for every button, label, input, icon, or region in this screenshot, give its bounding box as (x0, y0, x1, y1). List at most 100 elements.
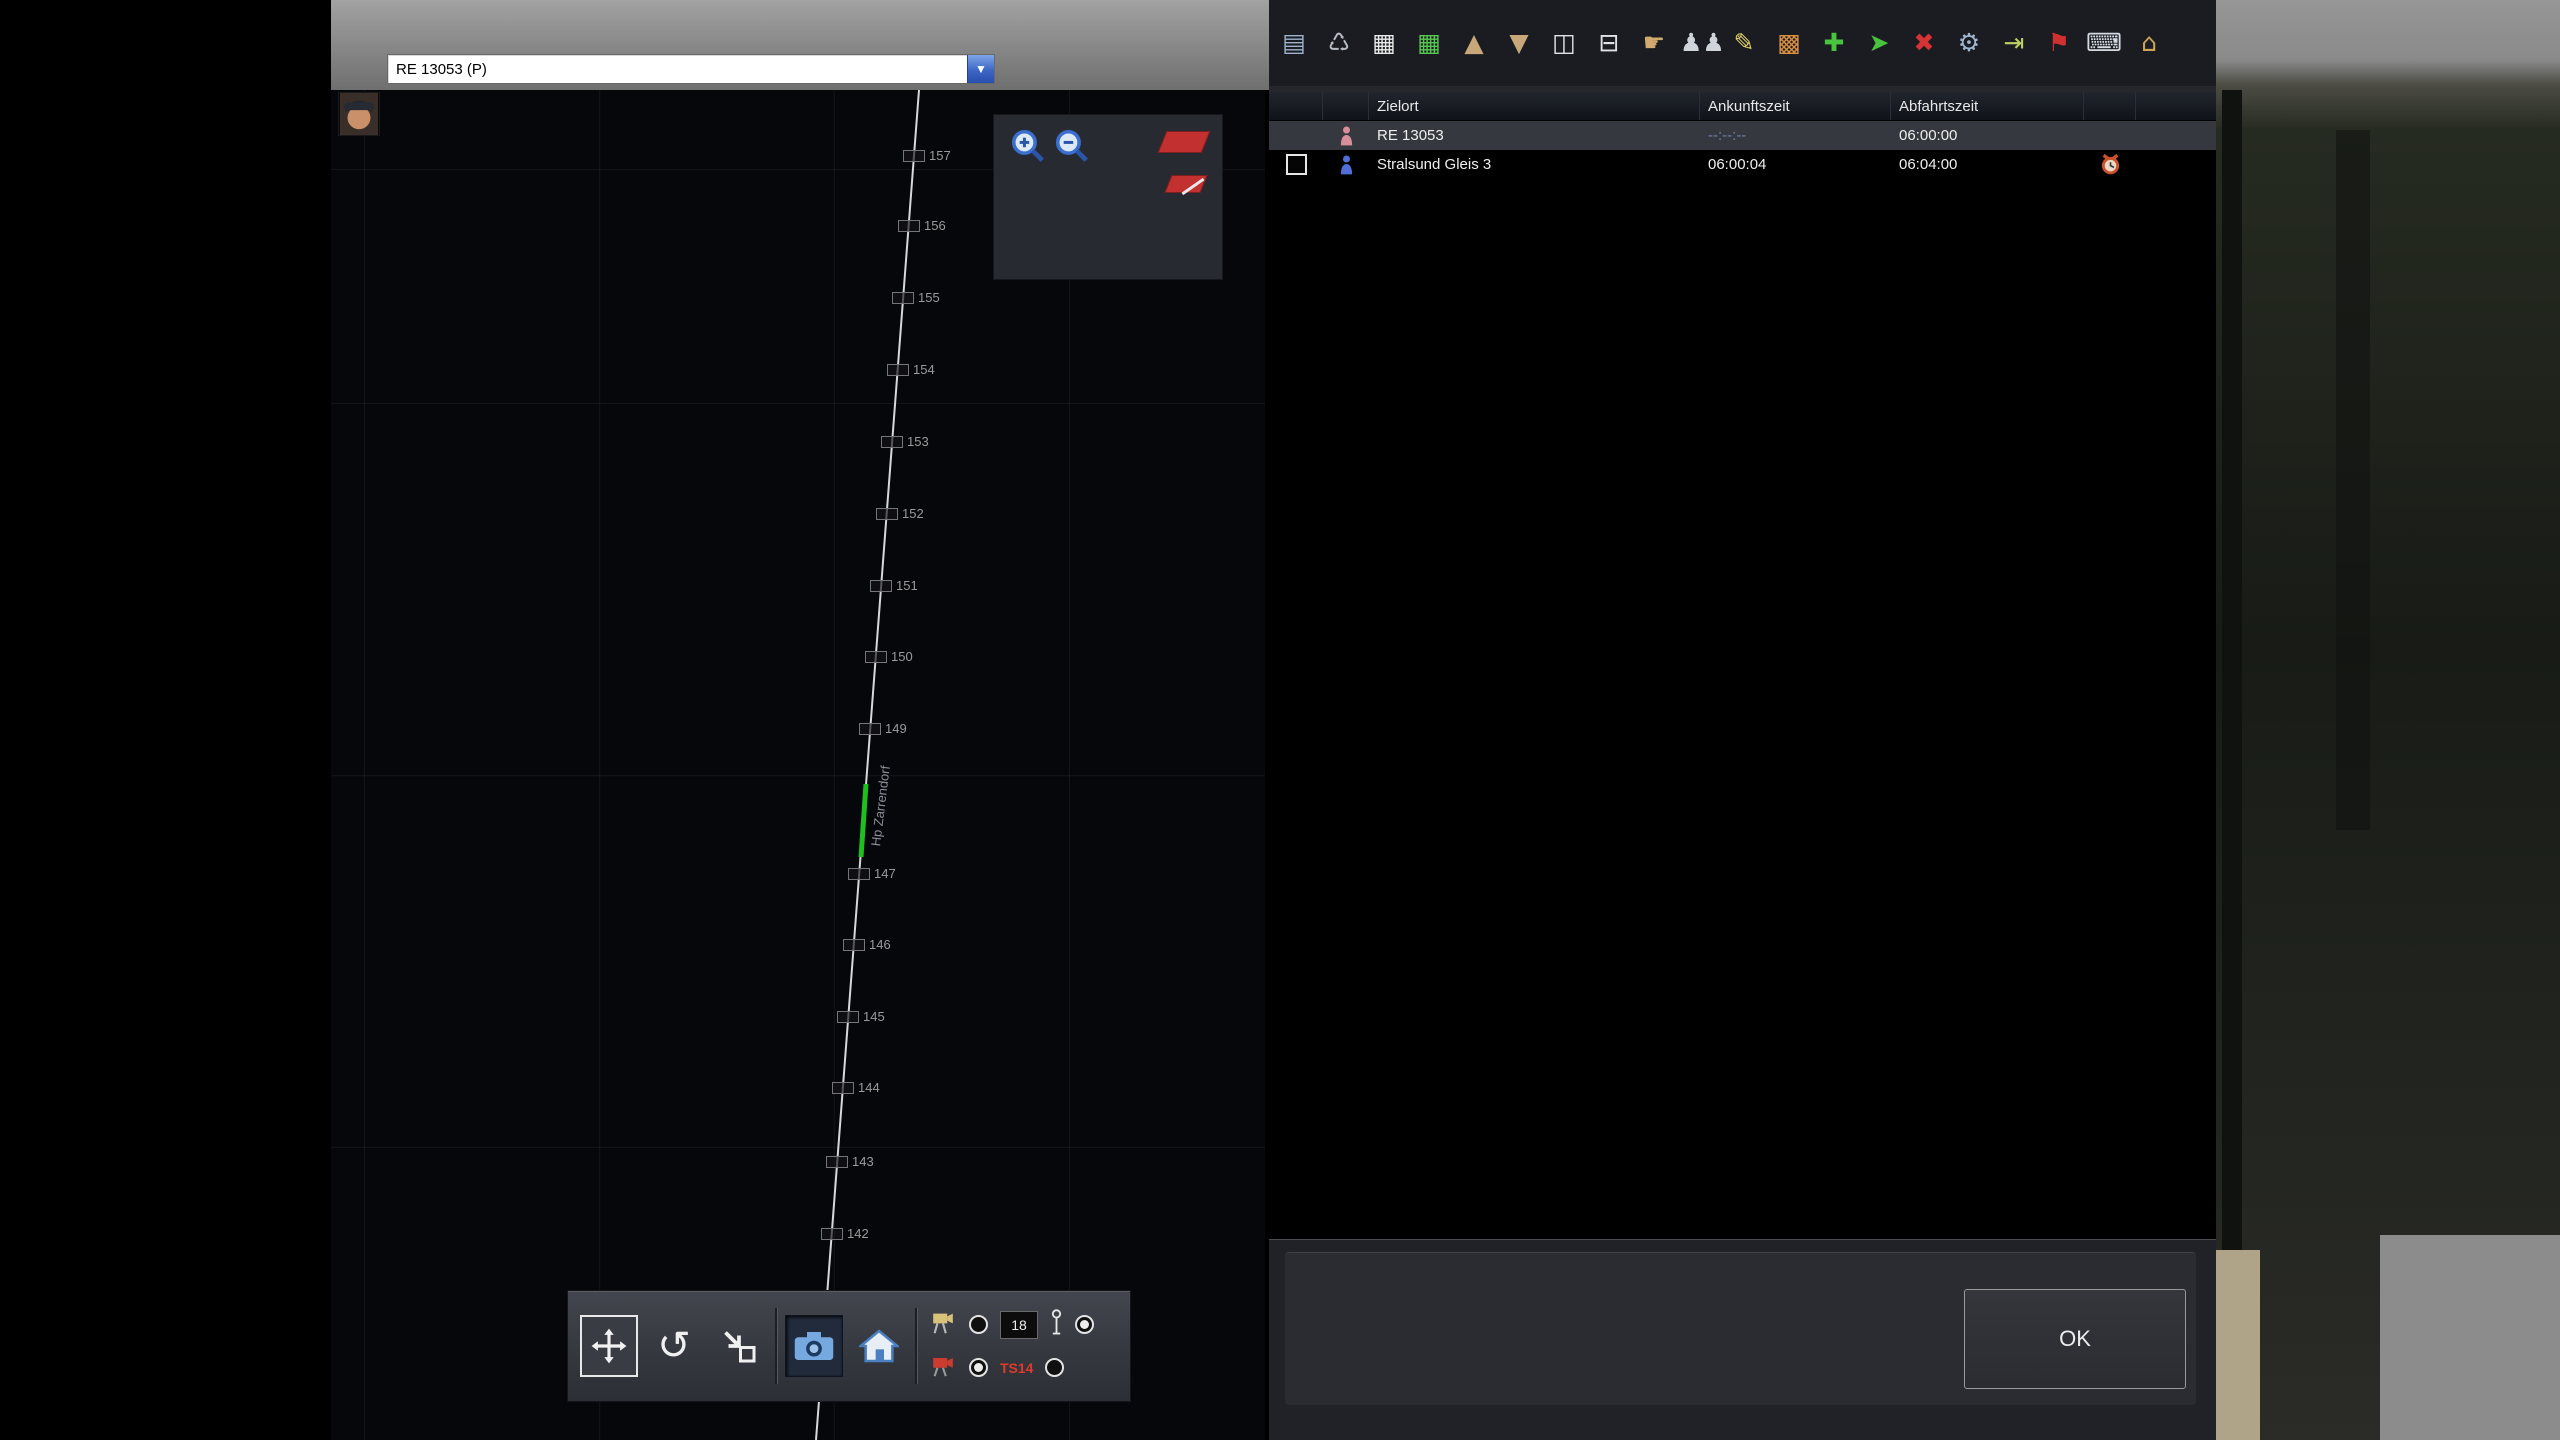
scene-wall (2216, 1250, 2260, 1440)
delete-icon[interactable]: ♺ (1320, 23, 1358, 63)
track-marker-box (821, 1228, 843, 1240)
edit-chart-icon[interactable]: ✎ (1725, 23, 1763, 63)
track-marker-box (898, 220, 920, 232)
route-settings-icon[interactable]: ⚙ (1950, 23, 1988, 63)
row-checkbox[interactable] (1286, 154, 1307, 175)
driver-avatar[interactable] (338, 92, 380, 136)
grid-icon[interactable]: ▦ (1365, 23, 1403, 63)
camera-toolbar: ↺ (567, 1290, 1131, 1402)
camera-number-field[interactable]: 18 (1000, 1311, 1038, 1339)
home-view-button[interactable] (850, 1315, 908, 1377)
col-spacer (2084, 92, 2136, 120)
track-marker[interactable]: 150 (865, 650, 913, 663)
track-marker-label: 142 (847, 1227, 869, 1240)
col-abfahrtszeit[interactable]: Abfahrtszeit (1891, 92, 2084, 120)
pan-view-button[interactable] (580, 1315, 638, 1377)
track-marker[interactable]: 156 (898, 219, 946, 232)
route-insert-icon[interactable]: ✚ (1815, 23, 1853, 63)
track-marker[interactable]: 145 (837, 1010, 885, 1023)
row-ankunftszeit: --:--:-- (1700, 121, 1891, 150)
track-marker[interactable]: 147 (848, 867, 896, 880)
camera-view-button[interactable] (785, 1315, 843, 1377)
route-forward-icon[interactable]: ➤ (1860, 23, 1898, 63)
timetable-toolbar: ▤♺▦▦▲▼◫⊟☛♟♟✎▩✚➤✖⚙⇥⚑⌨⌂ (1269, 0, 2216, 92)
camera-radio-3[interactable] (969, 1358, 988, 1377)
map-panel[interactable]: 157 156 155 154 153 152 151 150 149 147 146 145 144 1… (331, 90, 1265, 1440)
row-icon-cell (1323, 121, 1369, 150)
track-marker[interactable]: 152 (876, 507, 924, 520)
zoom-in-button[interactable] (1008, 127, 1048, 167)
track-marker[interactable]: 144 (832, 1081, 880, 1094)
move-down-icon[interactable]: ▼ (1500, 23, 1538, 63)
staff-icon[interactable]: ♟♟ (1680, 23, 1718, 63)
track-marker-box (832, 1082, 854, 1094)
track-marker[interactable]: 146 (843, 938, 891, 951)
goto-object-button[interactable] (710, 1315, 768, 1377)
track-marker[interactable]: 157 (903, 149, 951, 162)
move-up-icon[interactable]: ▲ (1455, 23, 1493, 63)
track-marker-label: 145 (863, 1010, 885, 1023)
timetable-row[interactable]: Stralsund Gleis 306:00:0406:04:00 (1269, 150, 2216, 179)
lamp-icon (1050, 1309, 1063, 1341)
track-marker[interactable]: 149 (859, 722, 907, 735)
col-spacer (1269, 92, 1323, 120)
hand-icon[interactable]: ☛ (1635, 23, 1673, 63)
col-zielort[interactable]: Zielort (1369, 92, 1700, 120)
passenger-icon (1339, 126, 1354, 146)
track-marker[interactable]: 155 (892, 291, 940, 304)
red-camera-icon[interactable] (929, 1351, 957, 1384)
split-vertical-icon[interactable]: ⊟ (1590, 23, 1628, 63)
depot-icon[interactable]: ⌂ (2130, 23, 2168, 63)
track-marker-label: 149 (885, 722, 907, 735)
track-marker[interactable]: 142 (821, 1227, 869, 1240)
rotate-view-button[interactable]: ↺ (645, 1315, 703, 1377)
passenger-icon (1339, 155, 1354, 175)
col-spacer (2136, 92, 2216, 120)
track-marker-box (881, 436, 903, 448)
toolbar-separator (915, 1308, 918, 1384)
track-marker-box (859, 723, 881, 735)
track-marker[interactable]: 153 (881, 435, 929, 448)
background-scene-right (2216, 0, 2560, 1440)
route-delete-icon[interactable]: ✖ (1905, 23, 1943, 63)
toolbar-separator (775, 1308, 778, 1384)
home-icon (859, 1329, 899, 1363)
ok-button[interactable]: OK (1964, 1289, 2186, 1389)
split-horizontal-icon[interactable]: ◫ (1545, 23, 1583, 63)
track-marker-label: 156 (924, 219, 946, 232)
track-marker[interactable]: 151 (870, 579, 918, 592)
chevron-down-icon[interactable]: ▼ (967, 55, 994, 83)
track-marker-box (892, 292, 914, 304)
ts-label: TS14 (1000, 1360, 1033, 1376)
signal-red-icon[interactable] (1158, 131, 1211, 153)
keyboard-icon[interactable]: ⌨ (2085, 23, 2123, 63)
pan-icon (590, 1327, 628, 1365)
track-marker[interactable]: 143 (826, 1155, 874, 1168)
track-marker[interactable]: 154 (887, 363, 935, 376)
route-exit-icon[interactable]: ⇥ (1995, 23, 2033, 63)
tripod-camera-icon[interactable] (929, 1308, 957, 1341)
track-marker-label: 147 (874, 867, 896, 880)
zoom-out-button[interactable] (1052, 127, 1092, 167)
alarm-icon[interactable] (2099, 153, 2122, 176)
track-marker-box (887, 364, 909, 376)
track-marker-box (876, 508, 898, 520)
driver-face-icon (339, 93, 379, 135)
col-ankunftszeit[interactable]: Ankunftszeit (1700, 92, 1891, 120)
camera-radio-4[interactable] (1045, 1358, 1064, 1377)
row-zielort: Stralsund Gleis 3 (1369, 150, 1700, 179)
row-icon-cell (1323, 150, 1369, 179)
train-select[interactable]: RE 13053 (P) ▼ (387, 54, 995, 84)
color-grid-icon[interactable]: ▩ (1770, 23, 1808, 63)
flag-icon[interactable]: ⚑ (2040, 23, 2078, 63)
camera-radio-2[interactable] (1075, 1315, 1094, 1334)
track-marker-label: 153 (907, 435, 929, 448)
track-marker-box (826, 1156, 848, 1168)
grid-active-icon[interactable]: ▦ (1410, 23, 1448, 63)
camera-radio-1[interactable] (969, 1315, 988, 1334)
timetable-row[interactable]: RE 13053--:--:--06:00:00 (1269, 121, 2216, 150)
scene-road (2380, 1235, 2560, 1440)
save-icon[interactable]: ▤ (1275, 23, 1313, 63)
track-marker-label: 155 (918, 291, 940, 304)
scene-post (2222, 90, 2242, 1440)
